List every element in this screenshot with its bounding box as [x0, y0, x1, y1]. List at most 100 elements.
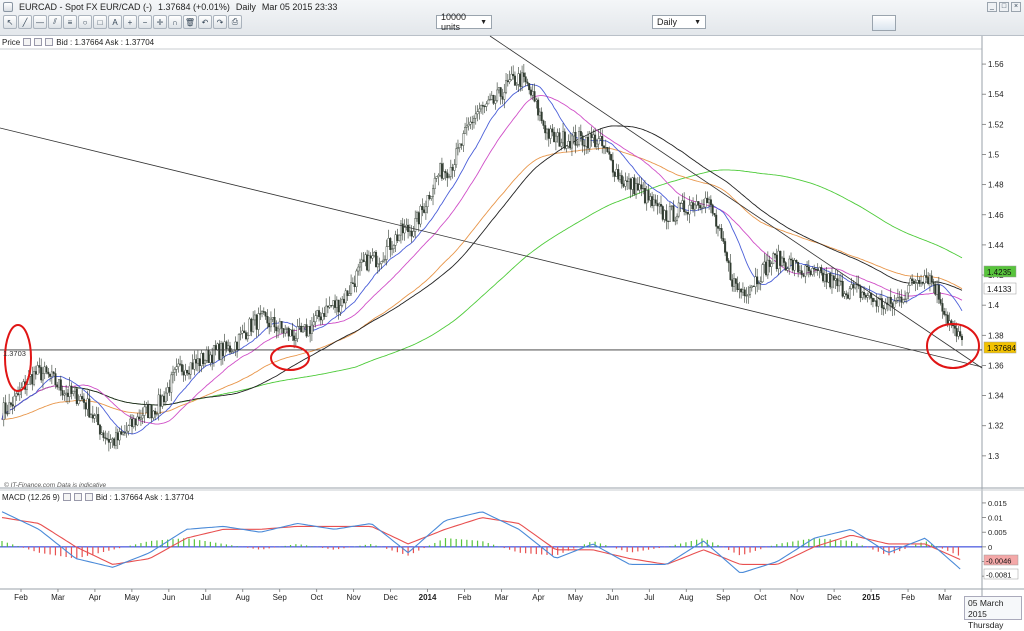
candle-body — [740, 288, 743, 293]
candle-body — [202, 352, 205, 365]
candle-body — [651, 196, 654, 206]
candle-body — [886, 302, 889, 305]
settings-icon[interactable] — [62, 493, 71, 501]
candle-body — [109, 439, 112, 443]
time-tick-label: Nov — [347, 593, 361, 602]
period-select[interactable]: Daily ▼ — [652, 15, 706, 29]
candle-body — [179, 363, 182, 365]
candle-body — [522, 72, 525, 77]
candle-body — [743, 289, 746, 297]
chart-canvas[interactable]: 1.561.541.521.51.481.461.441.421.41.381.… — [0, 0, 1024, 621]
price-tag-box — [983, 265, 1017, 278]
text-tool-icon[interactable]: A — [108, 15, 122, 29]
minimize-icon[interactable]: _ — [987, 2, 997, 12]
candle-body — [70, 385, 73, 394]
candle-body — [95, 414, 98, 416]
pointer-tool-icon[interactable]: ↖ — [3, 15, 17, 29]
candle-body — [841, 281, 844, 297]
chart-type-icon[interactable] — [872, 15, 896, 31]
candle-body — [277, 328, 280, 332]
candle-body — [396, 234, 399, 241]
rectangle-tool-icon[interactable]: □ — [93, 15, 107, 29]
close-pane-icon[interactable] — [45, 38, 54, 46]
print-icon[interactable]: ⎙ — [228, 15, 242, 29]
close-icon[interactable]: × — [1011, 2, 1021, 12]
magnet-icon[interactable]: ∩ — [168, 15, 182, 29]
candle-body — [859, 285, 862, 298]
candle-body — [211, 354, 214, 363]
price-tick-label: 1.4 — [988, 301, 1000, 310]
candle-body — [554, 135, 557, 143]
candle-body — [599, 136, 602, 139]
candle-body — [193, 359, 196, 370]
crosshair-date-box: 05 March 2015 Thursday — [964, 596, 1022, 630]
redo-icon[interactable]: ↷ — [213, 15, 227, 29]
zoom-out-icon[interactable]: − — [138, 15, 152, 29]
candle-body — [565, 145, 568, 149]
candle-body — [307, 326, 310, 337]
candle-body — [679, 202, 682, 204]
settings-icon[interactable] — [23, 38, 32, 46]
fibonacci-tool-icon[interactable]: ≡ — [63, 15, 77, 29]
candle-body — [246, 335, 249, 340]
undo-icon[interactable]: ↶ — [198, 15, 212, 29]
candle-body — [677, 202, 680, 217]
channel-tool-icon[interactable]: ⫽ — [48, 15, 62, 29]
candle-body — [442, 171, 445, 179]
candle-body — [15, 393, 18, 397]
candle-body — [668, 206, 671, 222]
time-tick-label: Mar — [51, 593, 65, 602]
candle-body — [257, 313, 260, 330]
candle-body — [633, 177, 636, 195]
candle-body — [581, 135, 584, 146]
candle-body — [887, 297, 890, 305]
candle-body — [328, 305, 331, 308]
line-tool-icon[interactable]: — — [33, 15, 47, 29]
trendline-tool-icon[interactable]: ╱ — [18, 15, 32, 29]
candle-body — [65, 392, 68, 395]
maximize-icon[interactable]: □ — [999, 2, 1009, 12]
candle-body — [690, 202, 693, 206]
symbol-title: EURCAD - Spot FX EUR/CAD (-) — [19, 2, 153, 12]
candle-body — [97, 414, 100, 426]
candle-body — [643, 188, 646, 204]
candle-body — [106, 438, 109, 440]
candle-body — [871, 298, 874, 302]
candle-body — [150, 404, 153, 419]
candle-body — [444, 171, 447, 174]
candle-body — [786, 268, 789, 271]
minimize-pane-icon[interactable] — [73, 493, 82, 501]
candle-body — [54, 373, 57, 386]
candle-body — [695, 201, 698, 206]
candle-body — [936, 284, 939, 295]
candle-body — [800, 270, 803, 275]
zoom-in-icon[interactable]: + — [123, 15, 137, 29]
candle-body — [334, 300, 337, 308]
candle-body — [875, 300, 878, 307]
candle-body — [287, 327, 290, 337]
datetime-label: Mar 05 2015 23:33 — [261, 2, 338, 12]
crosshair-icon[interactable]: ✛ — [153, 15, 167, 29]
instrument-icon — [3, 2, 13, 12]
delete-icon[interactable]: 🗑 — [183, 15, 197, 29]
minimize-pane-icon[interactable] — [34, 38, 43, 46]
candle-body — [877, 298, 880, 307]
candle-body — [303, 324, 306, 327]
candle-body — [731, 279, 734, 287]
candle-body — [2, 402, 5, 420]
candle-body — [63, 393, 66, 396]
candle-body — [166, 387, 169, 394]
candle-body — [401, 223, 404, 234]
close-pane-icon[interactable] — [84, 493, 93, 501]
units-select[interactable]: 10000 units ▼ — [436, 12, 492, 32]
candle-body — [847, 294, 850, 299]
candle-body — [451, 166, 454, 171]
candle-body — [528, 83, 531, 91]
candle-body — [321, 313, 324, 321]
circle-tool-icon[interactable]: ○ — [78, 15, 92, 29]
candle-body — [298, 325, 301, 327]
candle-body — [186, 369, 189, 374]
candle-body — [100, 432, 103, 435]
candle-body — [191, 362, 194, 370]
candle-body — [553, 131, 556, 143]
